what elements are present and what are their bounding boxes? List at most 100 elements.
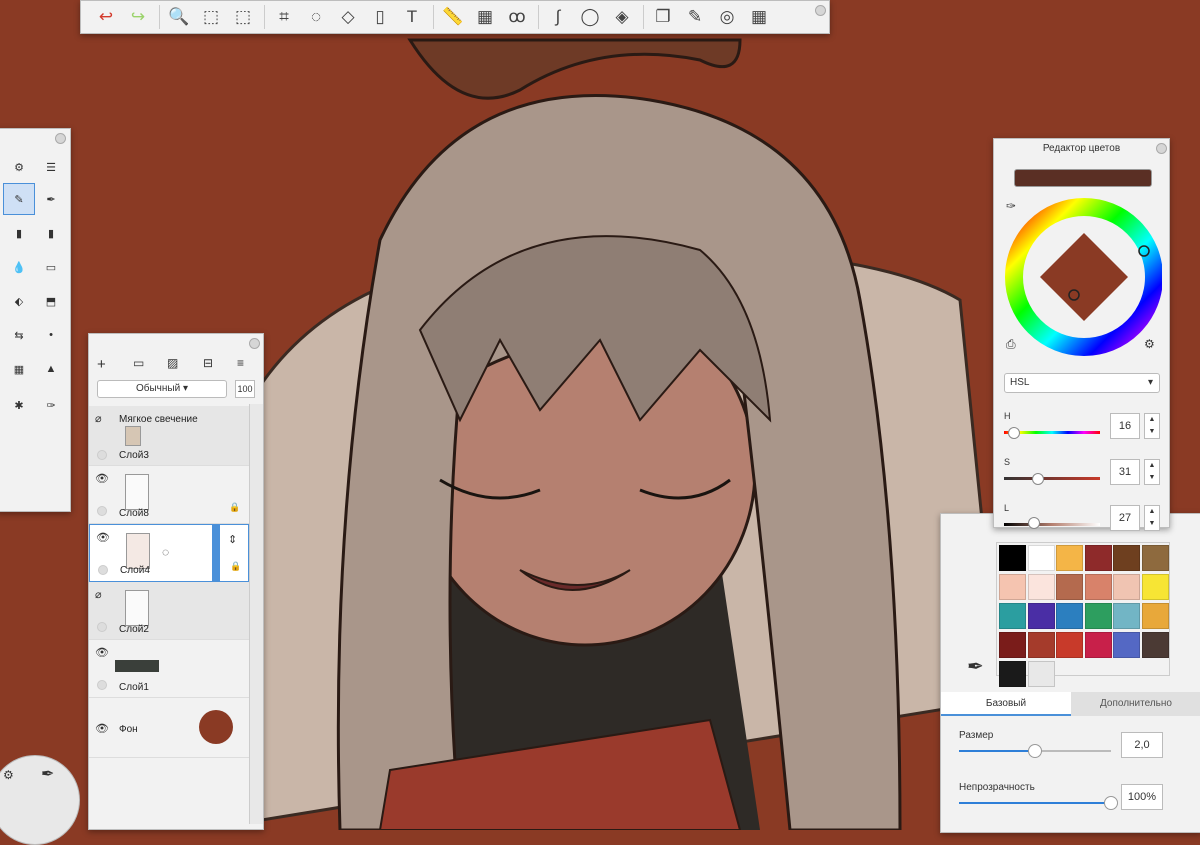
size-slider[interactable]	[959, 744, 1111, 758]
gear-icon[interactable]: ⚙	[3, 768, 14, 782]
color-swatch[interactable]	[1027, 632, 1055, 658]
s-value-field[interactable]: 31	[1110, 459, 1140, 485]
layer-row[interactable]: 👁 Слой1	[89, 640, 249, 698]
color-swatch[interactable]	[1027, 603, 1055, 629]
add-layer-icon[interactable]: +	[97, 356, 106, 373]
layer-dot[interactable]	[98, 565, 108, 575]
sliders-icon[interactable]: ⚙	[1144, 337, 1155, 351]
color-wheel-icon[interactable]: ◎	[712, 3, 742, 31]
color-swatch[interactable]	[1141, 545, 1169, 571]
eye-icon[interactable]: 👁	[96, 531, 110, 544]
l-value-field[interactable]: 27	[1110, 505, 1140, 531]
color-swatch[interactable]	[1027, 661, 1055, 687]
color-swatch[interactable]	[1113, 574, 1140, 600]
lightness-slider-knob[interactable]	[1028, 517, 1040, 529]
color-wheel[interactable]	[1004, 197, 1162, 357]
close-icon[interactable]	[55, 133, 66, 144]
close-icon[interactable]	[249, 338, 260, 349]
tab-basic[interactable]: Базовый	[941, 692, 1071, 716]
pencil-brush-icon[interactable]: ✎	[3, 183, 35, 215]
size-slider-knob[interactable]	[1028, 744, 1042, 758]
layer-dot[interactable]	[97, 680, 107, 690]
color-swatch[interactable]	[1056, 574, 1083, 600]
color-swatch[interactable]	[999, 603, 1026, 629]
soft-eraser-icon[interactable]: ⬒	[35, 285, 67, 317]
color-swatch[interactable]	[1141, 574, 1169, 600]
layer-row[interactable]: ⌀ Слой2	[89, 582, 249, 640]
dot-brush-icon[interactable]: •	[35, 319, 67, 351]
layer-row-background[interactable]: 👁 Фон	[89, 698, 249, 758]
layer-row[interactable]: ⌀ Мягкое свечение Слой3	[89, 406, 249, 466]
perspective-icon[interactable]: ▦	[470, 3, 500, 31]
brush-settings-icon[interactable]: ⚙	[3, 151, 35, 183]
splatter-brush-icon[interactable]: ✱	[3, 389, 35, 421]
layer-opacity-field[interactable]: 100	[235, 380, 255, 398]
saturation-slider-knob[interactable]	[1032, 473, 1044, 485]
color-swatch[interactable]	[1113, 545, 1140, 571]
color-mode-select[interactable]: HSL ▾	[1004, 373, 1160, 393]
color-swatch[interactable]	[1113, 603, 1140, 629]
color-swatch[interactable]	[1084, 545, 1112, 571]
folder-icon[interactable]: ▭	[133, 356, 144, 370]
blur-brush-icon[interactable]: 💧	[3, 251, 35, 283]
color-swatch[interactable]	[1084, 632, 1112, 658]
opacity-slider[interactable]	[959, 796, 1118, 810]
opacity-slider-knob[interactable]	[1104, 796, 1118, 810]
eye-hidden-icon[interactable]: ⌀	[95, 412, 109, 425]
saturation-slider[interactable]	[1004, 477, 1100, 480]
eye-icon[interactable]: 👁	[95, 646, 109, 659]
fine-pen-brush-icon[interactable]: ✒	[35, 183, 67, 215]
color-swatch[interactable]	[999, 574, 1026, 600]
h-stepper[interactable]: ▲ ▼	[1144, 413, 1160, 439]
hue-slider-knob[interactable]	[1008, 427, 1020, 439]
background-color-swatch[interactable]	[199, 710, 233, 744]
brush-sets-icon[interactable]: ☰	[35, 151, 67, 183]
color-swatch[interactable]	[1084, 603, 1112, 629]
color-swatch[interactable]	[1113, 632, 1140, 658]
layer-row-selected[interactable]: 👁 ◌ Слой4 ⇕ 🔒	[89, 524, 249, 582]
layer-row[interactable]: 👁 Слой8 🔒	[89, 466, 249, 524]
lock-icon[interactable]: 🔒	[230, 561, 241, 572]
close-icon[interactable]	[1156, 143, 1167, 154]
paint-brush-icon[interactable]: ▮	[35, 217, 67, 249]
grid-menu-icon[interactable]: ▦	[744, 3, 774, 31]
color-swatch[interactable]	[1141, 632, 1169, 658]
color-swatch[interactable]	[1027, 574, 1055, 600]
color-swatch[interactable]	[1056, 603, 1083, 629]
blend-mode-select[interactable]: Обычный ▾	[97, 380, 227, 398]
bucket-icon[interactable]: ▯	[365, 3, 395, 31]
lightness-slider[interactable]	[1004, 523, 1100, 526]
size-value-field[interactable]: 2,0	[1121, 732, 1163, 758]
eye-icon[interactable]: 👁	[95, 722, 109, 735]
symmetry-icon[interactable]: ꝏ	[502, 3, 532, 31]
reorder-icon[interactable]: ⇕	[228, 533, 237, 546]
ink-pen-icon[interactable]: ✑	[35, 389, 67, 421]
image-icon[interactable]: ▨	[167, 356, 178, 370]
color-swatch[interactable]	[999, 545, 1026, 571]
shapes-icon[interactable]: ◈	[607, 3, 637, 31]
color-swatch[interactable]	[1084, 574, 1112, 600]
zoom-icon[interactable]: 🔍	[164, 3, 194, 31]
text-icon[interactable]: T	[397, 3, 427, 31]
lock-icon[interactable]: 🔒	[229, 502, 240, 513]
layer-dot[interactable]	[97, 506, 107, 516]
tab-advanced[interactable]: Дополнительно	[1071, 692, 1200, 716]
printer-icon[interactable]: ⎙	[1006, 337, 1016, 352]
distort-icon[interactable]: ◇	[333, 3, 363, 31]
smudge-icon[interactable]: ⇆	[3, 319, 35, 351]
h-value-field[interactable]: 16	[1110, 413, 1140, 439]
tool-wheel[interactable]: ⚙ ✒	[0, 755, 80, 845]
opacity-value-field[interactable]: 100%	[1121, 784, 1163, 810]
ruler-icon[interactable]: 📏	[438, 3, 468, 31]
color-swatch[interactable]	[1056, 632, 1083, 658]
texture-brush-icon[interactable]: ▦	[3, 353, 35, 385]
color-swatch[interactable]	[1027, 545, 1055, 571]
eraser-brush-icon[interactable]: ▭	[35, 251, 67, 283]
layer-dot[interactable]	[97, 622, 107, 632]
eye-icon[interactable]: 👁	[95, 472, 109, 485]
brush-icon[interactable]: ✒	[41, 764, 54, 784]
airbrush-icon[interactable]: ⬖	[3, 285, 35, 317]
color-swatch[interactable]	[999, 632, 1026, 658]
layer-dot[interactable]	[97, 450, 107, 460]
current-color-swatch[interactable]	[1014, 169, 1152, 187]
